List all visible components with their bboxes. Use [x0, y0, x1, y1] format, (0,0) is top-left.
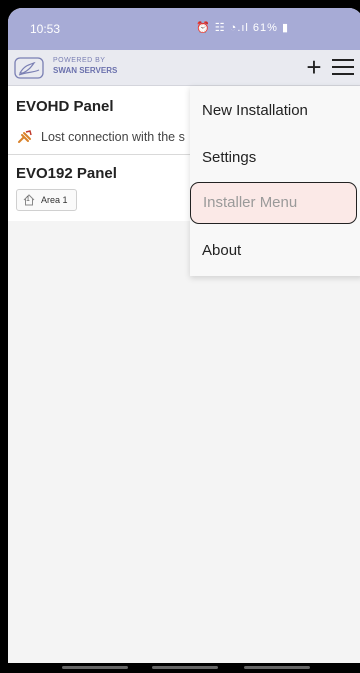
area-number: 1 [26, 196, 30, 203]
area-label: Area 1 [41, 195, 68, 205]
nav-home-indicator[interactable] [152, 666, 218, 669]
hamburger-menu-icon[interactable] [332, 59, 354, 77]
panel-status-text: Lost connection with the s [41, 130, 185, 144]
app-screen: 10:53 ⏰ ☷ ◔.ıl 61% ▮ POWERED BY SWAN SER… [8, 8, 360, 673]
add-button[interactable]: + [302, 52, 326, 82]
disconnected-plug-icon [18, 130, 32, 143]
nav-recents-indicator[interactable] [244, 666, 310, 669]
swan-logo-icon [14, 57, 44, 79]
overflow-menu: New Installation Settings Installer Menu… [190, 86, 360, 276]
status-icons: ⏰ ☷ ◔.ıl 61% ▮ [196, 22, 290, 34]
menu-item-installer-menu[interactable]: Installer Menu [190, 182, 357, 224]
area-chip[interactable]: 1 Area 1 [16, 189, 77, 211]
app-bar: POWERED BY SWAN SERVERS + [8, 50, 360, 86]
status-bar: 10:53 ⏰ ☷ ◔.ıl 61% ▮ [8, 8, 360, 50]
nav-back-indicator[interactable] [62, 666, 128, 669]
menu-item-new-installation[interactable]: New Installation [190, 88, 360, 134]
logo-powered-by: POWERED BY [53, 57, 106, 64]
phone-frame: 10:53 ⏰ ☷ ◔.ıl 61% ▮ POWERED BY SWAN SER… [0, 0, 360, 673]
system-nav-bar [0, 663, 360, 673]
logo-brand-name: SWAN SERVERS [53, 66, 118, 75]
menu-item-settings[interactable]: Settings [190, 135, 360, 181]
menu-item-about[interactable]: About [190, 228, 360, 274]
status-time: 10:53 [30, 22, 61, 36]
